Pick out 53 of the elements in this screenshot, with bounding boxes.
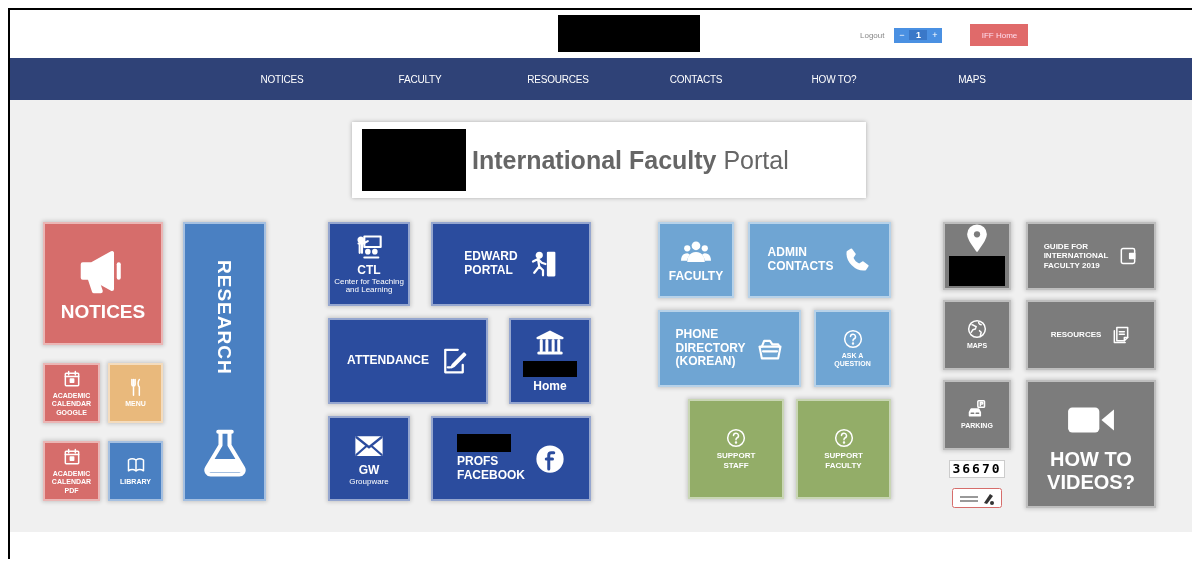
menu-tile[interactable]: SUPPORT STAFF — [688, 399, 784, 499]
teacher-icon — [355, 232, 383, 261]
menu-tile[interactable]: GUIDE FOR INTERNATIONAL FACULTY 2019 — [1026, 222, 1156, 290]
facebook-icon — [535, 443, 565, 474]
menu-tile[interactable]: HOW TO VIDEOS? — [1026, 380, 1156, 508]
tile-label: RESOURCES — [1050, 330, 1102, 340]
menu-tile[interactable]: ADMIN CONTACTS — [748, 222, 891, 298]
menu-tile[interactable]: ATTENDANCE — [328, 318, 488, 404]
menu-tile[interactable]: GW Groupware — [328, 416, 410, 501]
menu-tile[interactable]: FACULTY — [658, 222, 734, 298]
tile-label: HOW TO VIDEOS? — [1047, 447, 1135, 494]
tile-label: GW — [358, 463, 380, 478]
logout-link[interactable]: Logout — [860, 30, 885, 40]
tile-label: NOTICES — [60, 301, 146, 323]
tile-label: Home — [533, 380, 567, 394]
tile-label: PROFS FACEBOOK — [457, 455, 525, 483]
globe-icon — [967, 319, 987, 340]
question-icon — [833, 428, 854, 449]
nav-link[interactable]: MAPS — [903, 73, 1041, 85]
tile-label: ADMIN CONTACTS — [767, 246, 834, 274]
menu-tile[interactable]: EDWARD PORTAL — [431, 222, 591, 306]
menu-tile[interactable]: CTL Center for Teaching and Learning — [328, 222, 410, 306]
tile-label: SUPPORT STAFF — [716, 451, 756, 470]
tile-label: EDWARD PORTAL — [464, 250, 518, 278]
tile-label: FACULTY — [668, 269, 724, 284]
question-icon — [842, 328, 863, 349]
site-badge-icon — [952, 488, 1002, 508]
tile-label: SUPPORT FACULTY — [824, 451, 863, 470]
tile-label: CTL — [357, 263, 381, 278]
question-icon — [726, 428, 746, 449]
nav-link[interactable]: HOW TO? — [765, 73, 903, 85]
tile-label: RESEARCH — [213, 260, 236, 375]
menu-tile[interactable]: NOTICES — [43, 222, 163, 345]
tile-label: ATTENDANCE — [347, 354, 429, 368]
tile-label: PHONE DIRECTORY (KOREAN) — [675, 327, 746, 370]
tile-label: GUIDE FOR INTERNATIONAL FACULTY 2019 — [1043, 242, 1109, 270]
tile-sublabel: Center for Teaching and Learning — [333, 277, 405, 296]
menu-tile[interactable]: PHONE DIRECTORY (KOREAN) — [658, 310, 801, 387]
nav-link[interactable]: FACULTY — [351, 73, 489, 85]
menu-tile[interactable]: RESEARCH — [183, 222, 266, 501]
nav-link[interactable]: NOTICES — [213, 73, 351, 85]
menu-tile[interactable]: PROFS FACEBOOK — [431, 416, 591, 501]
menu-tile[interactable] — [943, 222, 1011, 290]
portal-title: International Faculty Portal — [472, 145, 789, 175]
nav-link[interactable]: CONTACTS — [627, 73, 765, 85]
nav-link[interactable]: RESOURCES — [489, 73, 627, 85]
tile-sublabel: Groupware — [349, 477, 389, 487]
visitor-counter: 36670 — [949, 460, 1005, 478]
menu-tile[interactable]: SUPPORT FACULTY — [796, 399, 891, 499]
menu-tile[interactable]: Home — [509, 318, 591, 404]
home-button[interactable]: IFF Home — [970, 24, 1029, 46]
number-stepper[interactable]: − 1 + — [894, 27, 943, 43]
menu-tile[interactable]: RESOURCES — [1026, 300, 1156, 370]
